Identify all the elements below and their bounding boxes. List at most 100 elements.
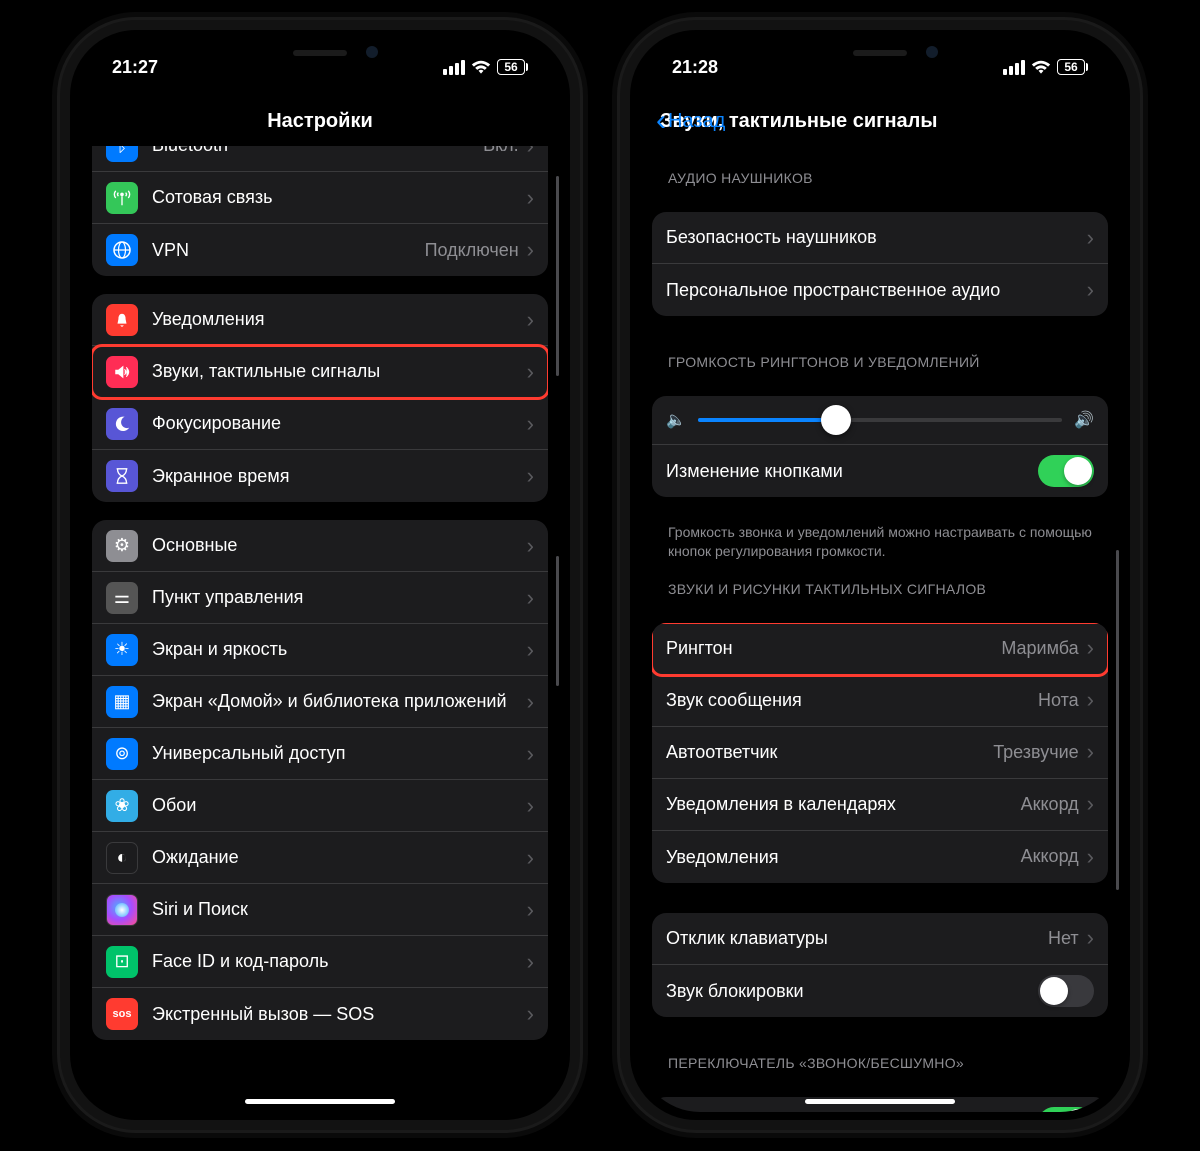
row-focus[interactable]: Фокусирование › — [92, 398, 548, 450]
settings-list[interactable]: ᛒ Bluetooth Вкл. › Сотовая связь › VPN П… — [78, 146, 562, 1112]
slider-thumb[interactable] — [821, 405, 851, 435]
chevron-right-icon: › — [1087, 687, 1094, 713]
volume-slider-row: 🔈 🔊 — [652, 396, 1108, 445]
home-indicator[interactable] — [805, 1099, 955, 1104]
group-general: ⚙︎Основные›⚌Пункт управления›☀︎Экран и я… — [92, 520, 548, 1040]
row-value: Вкл. — [483, 146, 519, 156]
scroll-indicator — [556, 556, 559, 686]
row-label: Сотовая связь — [152, 186, 519, 209]
row-label: Экстренный вызов — SOS — [152, 1003, 519, 1026]
moon-icon — [106, 408, 138, 440]
row-bluetooth[interactable]: ᛒ Bluetooth Вкл. › — [92, 146, 548, 172]
status-time: 21:27 — [112, 57, 158, 78]
row-cellular[interactable]: Сотовая связь › — [92, 172, 548, 224]
figure-icon: ⊚ — [106, 738, 138, 770]
chevron-right-icon: › — [527, 463, 534, 489]
chevron-right-icon: › — [527, 637, 534, 663]
row-clock[interactable]: ◐Ожидание› — [92, 832, 548, 884]
chevron-right-icon: › — [527, 949, 534, 975]
row-label: Звуки, тактильные сигналы — [152, 360, 519, 383]
row-sos[interactable]: sosЭкстренный вызов — SOS› — [92, 988, 548, 1040]
row-grid[interactable]: ▦Экран «Домой» и библиотека приложений› — [92, 676, 548, 728]
row-vpn[interactable]: VPN Подключен › — [92, 224, 548, 276]
volume-slider[interactable] — [698, 418, 1062, 422]
row-label: Уведомления — [152, 308, 519, 331]
section-header-headphones: АУДИО НАУШНИКОВ — [652, 150, 1108, 194]
section-header-sounds: ЗВУКИ И РИСУНКИ ТАКТИЛЬНЫХ СИГНАЛОВ — [652, 561, 1108, 605]
chevron-right-icon: › — [1087, 844, 1094, 870]
scroll-indicator — [556, 176, 559, 376]
siri-icon — [106, 894, 138, 926]
row-label: Уведомления в календарях — [666, 793, 1013, 816]
row-faceid[interactable]: ⊡Face ID и код-пароль› — [92, 936, 548, 988]
row-label: Siri и Поиск — [152, 898, 519, 921]
chevron-right-icon: › — [527, 359, 534, 385]
chevron-right-icon: › — [527, 533, 534, 559]
row-label: Экранное время — [152, 465, 519, 488]
row-gear[interactable]: ⚙︎Основные› — [92, 520, 548, 572]
row-siri[interactable]: Siri и Поиск › — [92, 884, 548, 936]
volume-high-icon: 🔊 — [1074, 410, 1094, 430]
row-change-with-buttons[interactable]: Изменение кнопками — [652, 445, 1108, 497]
home-indicator[interactable] — [245, 1099, 395, 1104]
row-label: VPN — [152, 239, 417, 262]
row-sound-3[interactable]: Уведомления в календарях Аккорд › — [652, 779, 1108, 831]
row-label: Пункт управления — [152, 586, 519, 609]
row-figure[interactable]: ⊚ Универсальный доступ › — [92, 728, 548, 780]
gear-icon: ⚙︎ — [106, 530, 138, 562]
hourglass-icon — [106, 460, 138, 492]
wifi-icon — [1031, 59, 1051, 75]
row-label: Face ID и код-пароль — [152, 950, 519, 973]
chevron-right-icon: › — [527, 793, 534, 819]
nav-bar: ‹ Назад Звуки, тактильные сигналы — [638, 96, 1122, 146]
sun-icon: ☀︎ — [106, 634, 138, 666]
row-flower[interactable]: ❀Обои› — [92, 780, 548, 832]
row-label: Отклик клавиатуры — [666, 927, 1040, 950]
toggle-change-with-buttons[interactable] — [1038, 455, 1094, 487]
row-value: Аккорд — [1021, 794, 1079, 815]
row-sound-2[interactable]: Автоответчик Трезвучие › — [652, 727, 1108, 779]
notch — [770, 38, 990, 72]
row-label: Автоответчик — [666, 741, 985, 764]
row-headphone-safety[interactable]: Безопасность наушников › — [652, 212, 1108, 264]
row-lock-sound[interactable]: Звук блокировки — [652, 965, 1108, 1017]
chevron-right-icon: › — [527, 741, 534, 767]
back-button[interactable]: ‹ Назад — [656, 106, 725, 136]
toggle-lock-sound[interactable] — [1038, 975, 1094, 1007]
row-sun[interactable]: ☀︎Экран и яркость› — [92, 624, 548, 676]
row-label: Универсальный доступ — [152, 742, 519, 765]
row-notifications[interactable]: Уведомления › — [92, 294, 548, 346]
row-sounds-haptics[interactable]: Звуки, тактильные сигналы › — [92, 346, 548, 398]
power-button — [1138, 290, 1140, 450]
section-header-switch: ПЕРЕКЛЮЧАТЕЛЬ «ЗВОНОК/БЕСШУМНО» — [652, 1035, 1108, 1079]
chevron-right-icon: › — [1087, 791, 1094, 817]
chevron-right-icon: › — [1087, 739, 1094, 765]
chevron-right-icon: › — [527, 146, 534, 159]
bluetooth-icon: ᛒ — [106, 146, 138, 162]
row-keyboard-feedback[interactable]: Отклик клавиатуры Нет › — [652, 913, 1108, 965]
notch — [210, 38, 430, 72]
chevron-right-icon: › — [527, 897, 534, 923]
volume-up-button — [60, 310, 62, 410]
row-sound-4[interactable]: Уведомления Аккорд › — [652, 831, 1108, 883]
row-spatial-audio[interactable]: Персональное пространственное аудио › — [652, 264, 1108, 316]
toggle-haptics-ring[interactable] — [1038, 1107, 1094, 1112]
volume-up-button — [620, 310, 622, 410]
row-label: Ожидание — [152, 846, 519, 869]
chevron-left-icon: ‹ — [656, 106, 666, 136]
row-sound-0[interactable]: РингтонМаримба› — [652, 623, 1108, 675]
row-sound-1[interactable]: Звук сообщенияНота› — [652, 675, 1108, 727]
globe-icon — [106, 234, 138, 266]
group-connectivity: ᛒ Bluetooth Вкл. › Сотовая связь › VPN П… — [92, 146, 548, 276]
row-screentime[interactable]: Экранное время › — [92, 450, 548, 502]
bell-icon — [106, 304, 138, 336]
row-value: Нет — [1048, 928, 1079, 949]
sounds-list[interactable]: АУДИО НАУШНИКОВ Безопасность наушников ›… — [638, 150, 1122, 1112]
chevron-right-icon: › — [527, 1001, 534, 1027]
row-label: Обои — [152, 794, 519, 817]
row-value: Трезвучие — [993, 742, 1078, 763]
row-label: Уведомления — [666, 846, 1013, 869]
chevron-right-icon: › — [527, 585, 534, 611]
row-value: Аккорд — [1021, 846, 1079, 867]
row-switches[interactable]: ⚌Пункт управления› — [92, 572, 548, 624]
